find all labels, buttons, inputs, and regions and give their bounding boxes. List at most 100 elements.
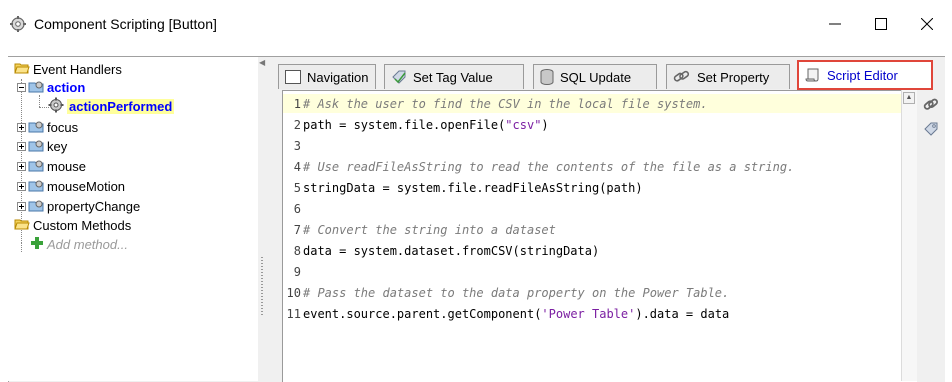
code-text: ).data = data bbox=[635, 306, 730, 321]
pane-splitter[interactable]: ◀ bbox=[258, 57, 266, 381]
maximize-button[interactable] bbox=[858, 8, 904, 40]
code-string: 'Power Table' bbox=[541, 306, 636, 321]
tree-connector bbox=[39, 95, 40, 107]
line-number: 11 bbox=[286, 306, 301, 321]
code-comment: # Pass the dataset to the data property … bbox=[303, 285, 730, 300]
code-line-9[interactable]: 9 bbox=[283, 262, 903, 281]
action-tabs: Navigation Set Tag Value SQL Update Set … bbox=[272, 57, 944, 90]
line-number: 8 bbox=[293, 243, 301, 258]
minimize-icon bbox=[829, 23, 841, 25]
line-number: 9 bbox=[293, 264, 301, 279]
gear-icon bbox=[48, 97, 64, 116]
code-comment: # Use readFileAsString to read the conte… bbox=[303, 159, 795, 174]
tab-label: Navigation bbox=[307, 69, 369, 85]
code-line-4[interactable]: 4 # Use readFileAsString to read the con… bbox=[283, 157, 903, 176]
folder-open-icon bbox=[14, 217, 30, 234]
tree-label-add-method: Add method... bbox=[47, 236, 128, 252]
tree-node-event-handlers[interactable]: Event Handlers bbox=[14, 60, 122, 78]
tag-edit-icon bbox=[391, 69, 407, 85]
tree-node-add-method[interactable]: Add method... bbox=[30, 235, 128, 253]
event-group-icon bbox=[28, 178, 44, 195]
tree-node-key[interactable]: key bbox=[17, 137, 67, 155]
expand-toggle[interactable] bbox=[17, 201, 26, 211]
code-line-1[interactable]: 1 # Ask the user to find the CSV in the … bbox=[283, 94, 903, 113]
tab-set-property[interactable]: Set Property bbox=[666, 64, 790, 89]
code-line-3[interactable]: 3 bbox=[283, 136, 903, 155]
expand-toggle[interactable] bbox=[17, 161, 26, 171]
tab-label: Set Property bbox=[697, 69, 770, 85]
expand-toggle[interactable] bbox=[17, 141, 26, 151]
line-number: 3 bbox=[293, 138, 301, 153]
code-text: ) bbox=[541, 117, 549, 132]
minimize-button[interactable] bbox=[812, 8, 858, 40]
tab-label: SQL Update bbox=[560, 69, 632, 85]
close-button[interactable] bbox=[904, 8, 950, 40]
tree-label-action: action bbox=[47, 79, 86, 95]
tree-connector bbox=[21, 242, 22, 252]
property-binding-icon[interactable] bbox=[922, 96, 940, 114]
code-line-6[interactable]: 6 bbox=[283, 199, 903, 218]
line-number: 5 bbox=[293, 180, 301, 195]
tab-script-editor[interactable]: Script Editor bbox=[797, 60, 933, 90]
tree-label-mouse-motion: mouseMotion bbox=[47, 178, 126, 194]
tree-node-property-change[interactable]: propertyChange bbox=[17, 197, 140, 215]
tree-label-property-change: propertyChange bbox=[47, 198, 141, 214]
code-text: data = system.dataset.fromCSV(stringData… bbox=[303, 243, 600, 258]
tab-navigation[interactable]: Navigation bbox=[278, 64, 376, 89]
title-bar: Component Scripting [Button] bbox=[0, 0, 952, 46]
line-number: 10 bbox=[286, 285, 301, 300]
tree-node-focus[interactable]: focus bbox=[17, 118, 78, 136]
collapse-left-icon[interactable]: ◀ bbox=[259, 59, 265, 67]
tree-label-key: key bbox=[47, 138, 68, 154]
tree-label-action-performed: actionPerformed bbox=[67, 98, 175, 114]
code-line-7[interactable]: 7 # Convert the string into a dataset bbox=[283, 220, 903, 239]
tag-browser-icon[interactable] bbox=[922, 120, 940, 138]
tree-node-custom-methods[interactable]: Custom Methods bbox=[14, 216, 131, 234]
code-line-8[interactable]: 8 data = system.dataset.fromCSV(stringDa… bbox=[283, 241, 903, 260]
code-comment: # Ask the user to find the CSV in the lo… bbox=[303, 96, 708, 111]
expand-toggle[interactable] bbox=[17, 122, 26, 132]
event-handler-tree: Event Handlers action actionPerformed fo… bbox=[8, 57, 259, 381]
add-icon bbox=[30, 236, 44, 253]
database-icon bbox=[540, 69, 554, 85]
tab-label: Set Tag Value bbox=[413, 69, 493, 85]
tree-node-mouse[interactable]: mouse bbox=[17, 157, 86, 175]
event-group-icon bbox=[28, 158, 44, 175]
code-comment: # Convert the string into a dataset bbox=[303, 222, 556, 237]
component-scripting-icon bbox=[9, 15, 27, 33]
tab-set-tag-value[interactable]: Set Tag Value bbox=[384, 64, 524, 89]
code-line-2[interactable]: 2 path = system.file.openFile("csv") bbox=[283, 115, 903, 134]
tab-label: Script Editor bbox=[827, 67, 898, 83]
line-number: 1 bbox=[293, 96, 301, 111]
tree-label-focus: focus bbox=[47, 119, 79, 135]
window-title: Component Scripting [Button] bbox=[34, 16, 217, 32]
editor-side-toolbar bbox=[918, 90, 944, 381]
event-group-icon bbox=[28, 138, 44, 155]
code-text: path = system.file.openFile( bbox=[303, 117, 506, 132]
collapse-toggle[interactable] bbox=[17, 82, 26, 92]
tree-node-mouse-motion[interactable]: mouseMotion bbox=[17, 177, 125, 195]
line-number: 4 bbox=[293, 159, 301, 174]
folder-open-icon bbox=[14, 61, 30, 78]
code-string: "csv" bbox=[505, 117, 542, 132]
tree-label-event-handlers: Event Handlers bbox=[33, 61, 122, 77]
editor-scrollbar[interactable]: ▲ bbox=[901, 90, 917, 381]
tree-node-action[interactable]: action bbox=[17, 78, 85, 96]
script-editor[interactable]: 1 # Ask the user to find the CSV in the … bbox=[282, 90, 917, 382]
code-line-10[interactable]: 10 # Pass the dataset to the data proper… bbox=[283, 283, 903, 302]
property-link-icon bbox=[673, 69, 691, 85]
tree-node-action-performed[interactable]: actionPerformed bbox=[48, 97, 175, 116]
close-icon bbox=[921, 18, 933, 30]
tree-label-custom-methods: Custom Methods bbox=[33, 217, 132, 233]
navigation-icon bbox=[285, 70, 301, 84]
scroll-up-icon[interactable]: ▲ bbox=[903, 92, 915, 104]
code-line-11[interactable]: 11 event.source.parent.getComponent('Pow… bbox=[283, 304, 903, 323]
tab-sql-update[interactable]: SQL Update bbox=[533, 64, 657, 89]
code-line-5[interactable]: 5 stringData = system.file.readFileAsStr… bbox=[283, 178, 903, 197]
code-text: event.source.parent.getComponent( bbox=[303, 306, 542, 321]
expand-toggle[interactable] bbox=[17, 181, 26, 191]
event-group-icon bbox=[28, 119, 44, 136]
line-number: 2 bbox=[293, 117, 301, 132]
event-group-icon bbox=[28, 198, 44, 215]
tree-label-mouse: mouse bbox=[47, 158, 87, 174]
